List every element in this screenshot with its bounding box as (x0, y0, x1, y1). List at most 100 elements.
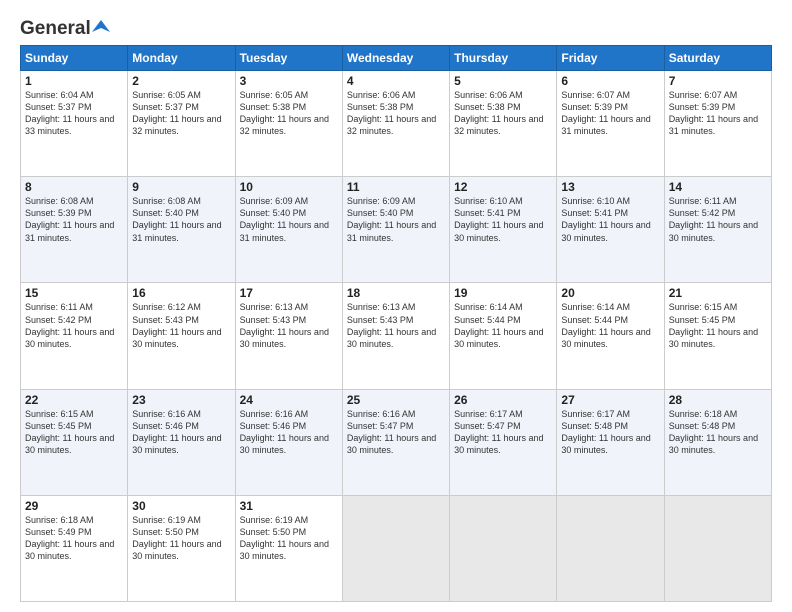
calendar-week-row: 29 Sunrise: 6:18 AMSunset: 5:49 PMDaylig… (21, 495, 772, 601)
calendar-cell: 28 Sunrise: 6:18 AMSunset: 5:48 PMDaylig… (664, 389, 771, 495)
calendar-cell: 26 Sunrise: 6:17 AMSunset: 5:47 PMDaylig… (450, 389, 557, 495)
day-number: 17 (240, 286, 338, 300)
day-number: 14 (669, 180, 767, 194)
day-detail: Sunrise: 6:13 AMSunset: 5:43 PMDaylight:… (240, 302, 329, 348)
day-detail: Sunrise: 6:08 AMSunset: 5:39 PMDaylight:… (25, 196, 114, 242)
day-detail: Sunrise: 6:04 AMSunset: 5:37 PMDaylight:… (25, 90, 114, 136)
weekday-header-row: SundayMondayTuesdayWednesdayThursdayFrid… (21, 46, 772, 71)
calendar-cell: 15 Sunrise: 6:11 AMSunset: 5:42 PMDaylig… (21, 283, 128, 389)
day-detail: Sunrise: 6:14 AMSunset: 5:44 PMDaylight:… (454, 302, 543, 348)
weekday-header-friday: Friday (557, 46, 664, 71)
day-number: 27 (561, 393, 659, 407)
day-number: 16 (132, 286, 230, 300)
calendar-cell: 2 Sunrise: 6:05 AMSunset: 5:37 PMDayligh… (128, 71, 235, 177)
day-number: 7 (669, 74, 767, 88)
day-number: 23 (132, 393, 230, 407)
calendar-cell: 22 Sunrise: 6:15 AMSunset: 5:45 PMDaylig… (21, 389, 128, 495)
calendar-cell: 1 Sunrise: 6:04 AMSunset: 5:37 PMDayligh… (21, 71, 128, 177)
calendar-cell: 9 Sunrise: 6:08 AMSunset: 5:40 PMDayligh… (128, 177, 235, 283)
calendar-cell (342, 495, 449, 601)
day-detail: Sunrise: 6:16 AMSunset: 5:47 PMDaylight:… (347, 409, 436, 455)
day-detail: Sunrise: 6:18 AMSunset: 5:49 PMDaylight:… (25, 515, 114, 561)
day-detail: Sunrise: 6:06 AMSunset: 5:38 PMDaylight:… (347, 90, 436, 136)
calendar-cell: 20 Sunrise: 6:14 AMSunset: 5:44 PMDaylig… (557, 283, 664, 389)
day-number: 11 (347, 180, 445, 194)
day-detail: Sunrise: 6:06 AMSunset: 5:38 PMDaylight:… (454, 90, 543, 136)
day-detail: Sunrise: 6:19 AMSunset: 5:50 PMDaylight:… (240, 515, 329, 561)
day-detail: Sunrise: 6:13 AMSunset: 5:43 PMDaylight:… (347, 302, 436, 348)
day-number: 2 (132, 74, 230, 88)
day-number: 19 (454, 286, 552, 300)
day-number: 25 (347, 393, 445, 407)
calendar-cell: 25 Sunrise: 6:16 AMSunset: 5:47 PMDaylig… (342, 389, 449, 495)
calendar-cell: 21 Sunrise: 6:15 AMSunset: 5:45 PMDaylig… (664, 283, 771, 389)
logo-general: General (20, 18, 91, 40)
calendar-cell: 18 Sunrise: 6:13 AMSunset: 5:43 PMDaylig… (342, 283, 449, 389)
calendar-cell: 5 Sunrise: 6:06 AMSunset: 5:38 PMDayligh… (450, 71, 557, 177)
calendar-week-row: 8 Sunrise: 6:08 AMSunset: 5:39 PMDayligh… (21, 177, 772, 283)
logo: General (20, 18, 110, 37)
day-number: 28 (669, 393, 767, 407)
weekday-header-monday: Monday (128, 46, 235, 71)
day-number: 13 (561, 180, 659, 194)
calendar-cell (664, 495, 771, 601)
day-number: 9 (132, 180, 230, 194)
day-detail: Sunrise: 6:10 AMSunset: 5:41 PMDaylight:… (454, 196, 543, 242)
day-number: 31 (240, 499, 338, 513)
day-number: 26 (454, 393, 552, 407)
day-number: 5 (454, 74, 552, 88)
calendar-cell: 30 Sunrise: 6:19 AMSunset: 5:50 PMDaylig… (128, 495, 235, 601)
calendar-cell: 19 Sunrise: 6:14 AMSunset: 5:44 PMDaylig… (450, 283, 557, 389)
header: General (20, 18, 772, 37)
calendar-cell: 14 Sunrise: 6:11 AMSunset: 5:42 PMDaylig… (664, 177, 771, 283)
page: General SundayMondayTuesdayWednesdayThur… (0, 0, 792, 612)
day-detail: Sunrise: 6:14 AMSunset: 5:44 PMDaylight:… (561, 302, 650, 348)
calendar-table: SundayMondayTuesdayWednesdayThursdayFrid… (20, 45, 772, 602)
day-detail: Sunrise: 6:19 AMSunset: 5:50 PMDaylight:… (132, 515, 221, 561)
calendar-week-row: 22 Sunrise: 6:15 AMSunset: 5:45 PMDaylig… (21, 389, 772, 495)
day-detail: Sunrise: 6:08 AMSunset: 5:40 PMDaylight:… (132, 196, 221, 242)
weekday-header-tuesday: Tuesday (235, 46, 342, 71)
calendar-cell: 13 Sunrise: 6:10 AMSunset: 5:41 PMDaylig… (557, 177, 664, 283)
logo-bird-icon (92, 18, 110, 36)
day-number: 10 (240, 180, 338, 194)
day-detail: Sunrise: 6:07 AMSunset: 5:39 PMDaylight:… (561, 90, 650, 136)
day-number: 4 (347, 74, 445, 88)
day-detail: Sunrise: 6:17 AMSunset: 5:48 PMDaylight:… (561, 409, 650, 455)
calendar-cell: 7 Sunrise: 6:07 AMSunset: 5:39 PMDayligh… (664, 71, 771, 177)
day-number: 24 (240, 393, 338, 407)
calendar-cell: 4 Sunrise: 6:06 AMSunset: 5:38 PMDayligh… (342, 71, 449, 177)
calendar-cell: 11 Sunrise: 6:09 AMSunset: 5:40 PMDaylig… (342, 177, 449, 283)
calendar-cell (557, 495, 664, 601)
day-detail: Sunrise: 6:07 AMSunset: 5:39 PMDaylight:… (669, 90, 758, 136)
calendar-week-row: 1 Sunrise: 6:04 AMSunset: 5:37 PMDayligh… (21, 71, 772, 177)
weekday-header-thursday: Thursday (450, 46, 557, 71)
weekday-header-wednesday: Wednesday (342, 46, 449, 71)
day-number: 30 (132, 499, 230, 513)
calendar-cell: 24 Sunrise: 6:16 AMSunset: 5:46 PMDaylig… (235, 389, 342, 495)
day-detail: Sunrise: 6:10 AMSunset: 5:41 PMDaylight:… (561, 196, 650, 242)
day-detail: Sunrise: 6:16 AMSunset: 5:46 PMDaylight:… (132, 409, 221, 455)
day-number: 29 (25, 499, 123, 513)
day-number: 22 (25, 393, 123, 407)
day-number: 3 (240, 74, 338, 88)
day-number: 12 (454, 180, 552, 194)
calendar-cell: 8 Sunrise: 6:08 AMSunset: 5:39 PMDayligh… (21, 177, 128, 283)
day-detail: Sunrise: 6:09 AMSunset: 5:40 PMDaylight:… (347, 196, 436, 242)
day-detail: Sunrise: 6:05 AMSunset: 5:38 PMDaylight:… (240, 90, 329, 136)
day-detail: Sunrise: 6:11 AMSunset: 5:42 PMDaylight:… (25, 302, 114, 348)
day-number: 6 (561, 74, 659, 88)
calendar-cell: 3 Sunrise: 6:05 AMSunset: 5:38 PMDayligh… (235, 71, 342, 177)
day-detail: Sunrise: 6:15 AMSunset: 5:45 PMDaylight:… (25, 409, 114, 455)
calendar-cell (450, 495, 557, 601)
day-number: 8 (25, 180, 123, 194)
calendar-week-row: 15 Sunrise: 6:11 AMSunset: 5:42 PMDaylig… (21, 283, 772, 389)
calendar-cell: 27 Sunrise: 6:17 AMSunset: 5:48 PMDaylig… (557, 389, 664, 495)
calendar-cell: 16 Sunrise: 6:12 AMSunset: 5:43 PMDaylig… (128, 283, 235, 389)
calendar-cell: 12 Sunrise: 6:10 AMSunset: 5:41 PMDaylig… (450, 177, 557, 283)
weekday-header-sunday: Sunday (21, 46, 128, 71)
day-detail: Sunrise: 6:15 AMSunset: 5:45 PMDaylight:… (669, 302, 758, 348)
day-number: 1 (25, 74, 123, 88)
day-detail: Sunrise: 6:05 AMSunset: 5:37 PMDaylight:… (132, 90, 221, 136)
calendar-cell: 29 Sunrise: 6:18 AMSunset: 5:49 PMDaylig… (21, 495, 128, 601)
